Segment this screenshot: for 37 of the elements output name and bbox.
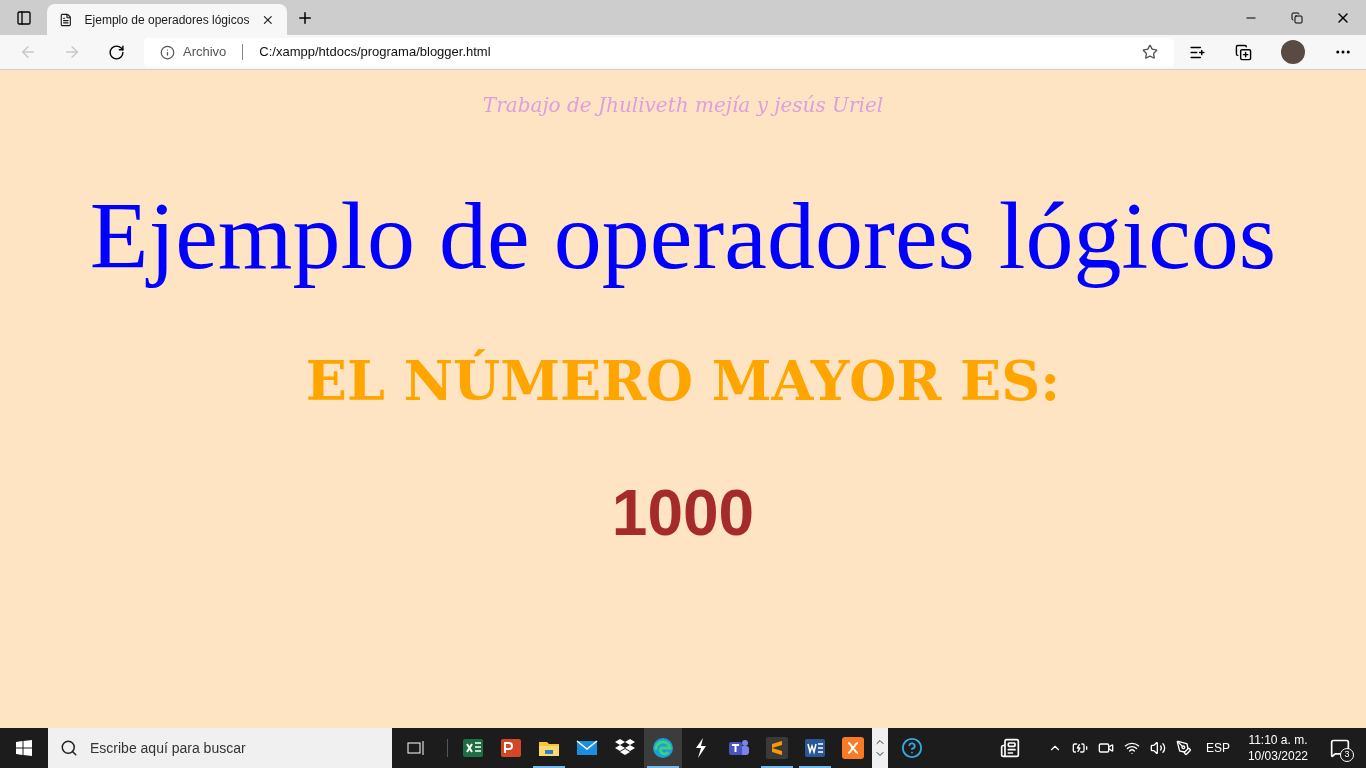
- start-icon[interactable]: [16, 740, 32, 756]
- add-favorite-icon[interactable]: [1142, 44, 1158, 60]
- result-number: 1000: [611, 478, 755, 548]
- pen-icon[interactable]: [1175, 740, 1192, 756]
- tab-actions-icon[interactable]: [15, 9, 32, 26]
- server-app-icon: [841, 736, 865, 760]
- text-editor-app-icon: [765, 736, 789, 760]
- page-title: Ejemplo de operadores lógicos: [89, 186, 1277, 286]
- language-indicator[interactable]: ESP: [1201, 739, 1234, 757]
- camera-icon[interactable]: [1097, 740, 1114, 756]
- page-icon: [59, 12, 73, 27]
- news-icon[interactable]: [999, 738, 1020, 758]
- document-app-icon: [803, 736, 827, 760]
- reload-icon[interactable]: [107, 43, 125, 61]
- info-icon: [160, 44, 175, 60]
- search-icon: [60, 739, 78, 757]
- wifi-icon[interactable]: [1123, 740, 1140, 756]
- clock[interactable]: 11:10 a. m. 10/03/2022: [1243, 732, 1312, 764]
- result-heading: EL NÚMERO MAYOR ES:: [305, 348, 1061, 415]
- spreadsheet-app-icon: [461, 736, 485, 760]
- credit-text: Trabajo de Jhuliveth mejía y jesús Uriel: [482, 92, 884, 119]
- volume-icon[interactable]: [1149, 740, 1166, 756]
- profile-avatar[interactable]: [1280, 40, 1305, 64]
- search-field[interactable]: Escribe aquí para buscar: [48, 728, 392, 768]
- help-icon[interactable]: [901, 737, 923, 759]
- browser-tab[interactable]: Ejemplo de operadores lógicos: [47, 4, 287, 35]
- address-bar[interactable]: Archivo C:/xampp/htdocs/programa/blogger.html: [144, 37, 1174, 67]
- collections-icon[interactable]: [1234, 43, 1252, 61]
- notifications-button[interactable]: 3: [1322, 728, 1358, 768]
- presentation-app-icon: [499, 736, 523, 760]
- browser-app-icon: [651, 736, 675, 760]
- url-text: C:/xampp/htdocs/programa/blogger.html: [259, 43, 492, 62]
- notification-count: 3: [1340, 748, 1354, 762]
- file-label: Archivo: [183, 43, 227, 62]
- task-view-icon[interactable]: [407, 740, 425, 756]
- battery-icon[interactable]: [1071, 740, 1088, 756]
- restore-icon[interactable]: [1291, 11, 1303, 24]
